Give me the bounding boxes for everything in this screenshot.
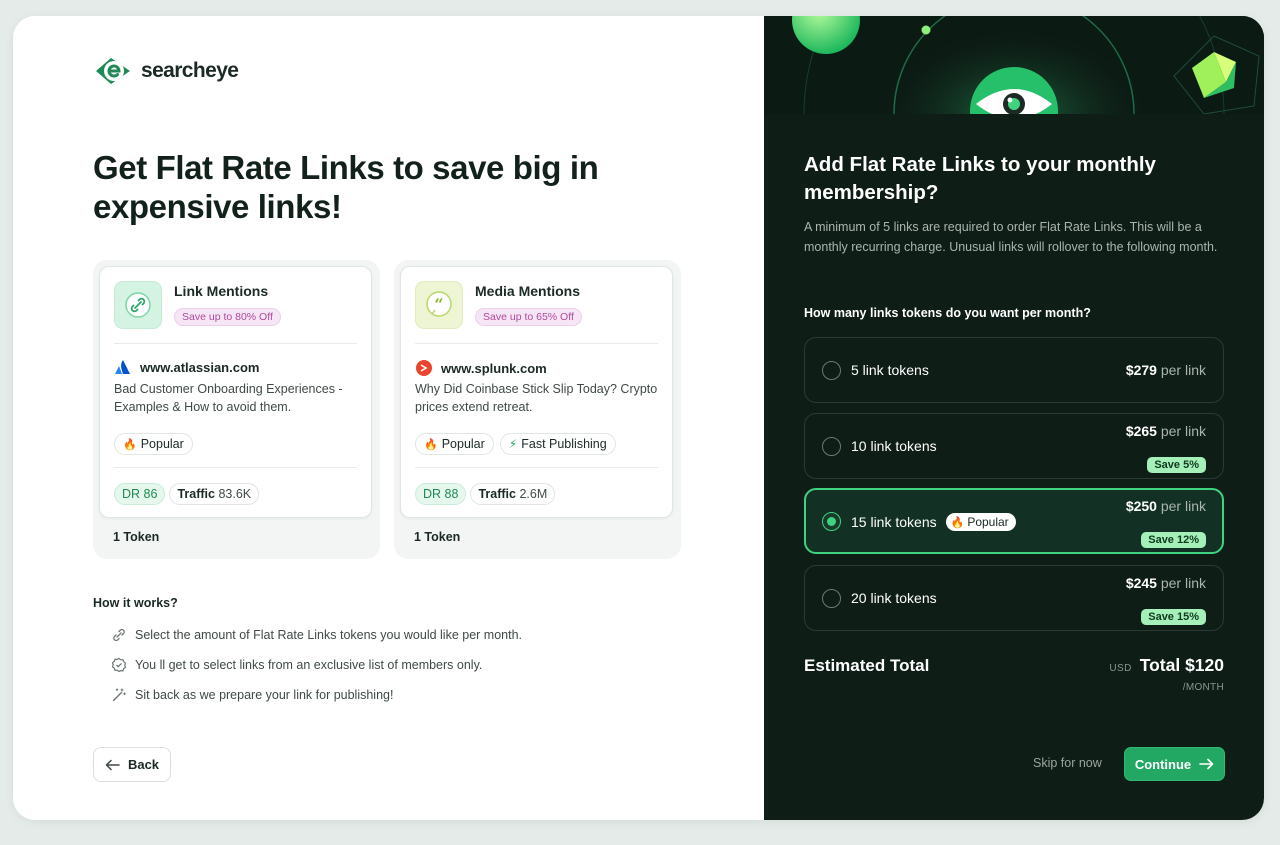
how-it-works-list: Select the amount of Flat Rate Links tok… [111,620,522,710]
brand-name: searcheye [141,59,239,82]
article-title: Why Did Coinbase Stick Slip Today? Crypt… [415,382,658,414]
divider [415,343,658,344]
lightning-icon: ⚡ [508,437,518,451]
token-option-5[interactable]: 5 link tokens $279 per link [804,337,1224,403]
site-url: www.splunk.com [441,360,547,376]
save-percent-badge: Save 15% [1141,609,1206,625]
how-step: Select the amount of Flat Rate Links tok… [111,620,522,650]
divider [415,467,658,468]
offer-card-media-mentions[interactable]: “ Media Mentions Save up to 65% Off www.… [394,260,681,559]
traffic-badge: Traffic 2.6M [470,483,556,505]
option-label: 5 link tokens [851,362,929,378]
card-title: Media Mentions [475,283,581,299]
offer-card-link-mentions[interactable]: Link Mentions Save up to 80% Off www.atl… [93,260,380,559]
page-headline: Get Flat Rate Links to save big in expen… [93,149,599,225]
save-badge: Save up to 80% Off [174,308,281,326]
stats: DR 86 Traffic 83.6K [114,483,260,505]
divider [114,343,357,344]
radio-button-selected[interactable] [822,512,841,531]
tag-popular: 🔥 Popular [114,433,193,455]
save-percent-badge: Save 5% [1147,457,1206,473]
splunk-logo-icon [416,360,432,376]
fire-icon: 🔥 [424,438,438,451]
popular-badge: 🔥 Popular [945,513,1016,531]
currency-label: USD [1109,663,1132,674]
badge-check-icon [111,657,127,673]
tag-fast-publishing: ⚡ Fast Publishing [499,433,616,455]
magic-wand-icon [112,688,126,702]
site-url: www.atlassian.com [140,359,260,375]
token-cost: 1 Token [414,530,461,544]
left-panel: searcheye Get Flat Rate Links to save bi… [13,16,764,820]
upsell-title: Add Flat Rate Links to your monthly memb… [804,153,1156,204]
dr-badge: DR 88 [415,483,467,505]
estimated-total: USD Total $120 [1109,655,1224,676]
dr-badge: DR 86 [114,483,166,505]
option-price: $245 per link [1125,575,1206,591]
skip-link[interactable]: Skip for now [1033,756,1102,770]
continue-button[interactable]: Continue [1124,747,1225,781]
token-question: How many links tokens do you want per mo… [804,306,1091,320]
tag-popular: 🔥 Popular [415,433,494,455]
hero-illustration [764,16,1264,114]
site-row: www.atlassian.com [114,359,259,375]
article-title: Bad Customer Onboarding Experiences - Ex… [114,382,343,414]
fire-icon: 🔥 [950,516,965,529]
token-option-15[interactable]: 15 link tokens 🔥 Popular $250 per link S… [804,488,1224,554]
save-badge: Save up to 65% Off [475,308,582,326]
save-percent-badge: Save 12% [1141,532,1206,548]
radio-button[interactable] [822,589,841,608]
radio-button[interactable] [822,437,841,456]
brand-logo: searcheye [93,54,239,88]
tags: 🔥 Popular [114,433,193,455]
atlassian-logo-icon [115,360,130,374]
fire-icon: 🔥 [123,438,137,451]
upsell-description: A minimum of 5 links are required to ord… [804,220,1218,254]
total-amount: Total $120 [1139,655,1224,675]
offer-card-body: Link Mentions Save up to 80% Off www.atl… [99,266,372,518]
back-button[interactable]: Back [93,747,171,782]
card-title: Link Mentions [174,283,269,299]
site-row: www.splunk.com [415,359,547,377]
quote-icon: “ [415,281,463,329]
token-option-10[interactable]: 10 link tokens $265 per link Save 5% [804,413,1224,479]
option-price: $250 per link [1125,498,1206,514]
token-option-20[interactable]: 20 link tokens $245 per link Save 15% [804,565,1224,631]
option-price: $279 per link [1125,362,1206,378]
billing-period: /MONTH [1182,682,1224,693]
searcheye-logo-icon [96,58,130,84]
option-label: 20 link tokens [851,590,937,606]
offer-card-body: “ Media Mentions Save up to 65% Off www.… [400,266,673,518]
option-label: 10 link tokens [851,438,937,454]
option-label: 15 link tokens 🔥 Popular [851,513,1016,531]
how-it-works-title: How it works? [93,596,178,610]
token-cost: 1 Token [113,530,160,544]
arrow-left-icon [105,759,120,770]
arrow-right-icon [1199,758,1214,770]
traffic-badge: Traffic 83.6K [169,483,260,505]
divider [114,467,357,468]
radio-button[interactable] [822,361,841,380]
right-panel: Add Flat Rate Links to your monthly memb… [764,16,1264,820]
estimated-total-label: Estimated Total [804,656,930,675]
stats: DR 88 Traffic 2.6M [415,483,556,505]
link-icon [113,628,125,642]
tags: 🔥 Popular ⚡ Fast Publishing [415,433,616,455]
onboarding-modal: searcheye Get Flat Rate Links to save bi… [13,16,1264,820]
how-step: Sit back as we prepare your link for pub… [111,680,522,710]
svg-text:“: “ [434,295,443,314]
option-price: $265 per link [1125,423,1206,439]
link-icon [114,281,162,329]
how-step: You ll get to select links from an exclu… [111,650,522,680]
